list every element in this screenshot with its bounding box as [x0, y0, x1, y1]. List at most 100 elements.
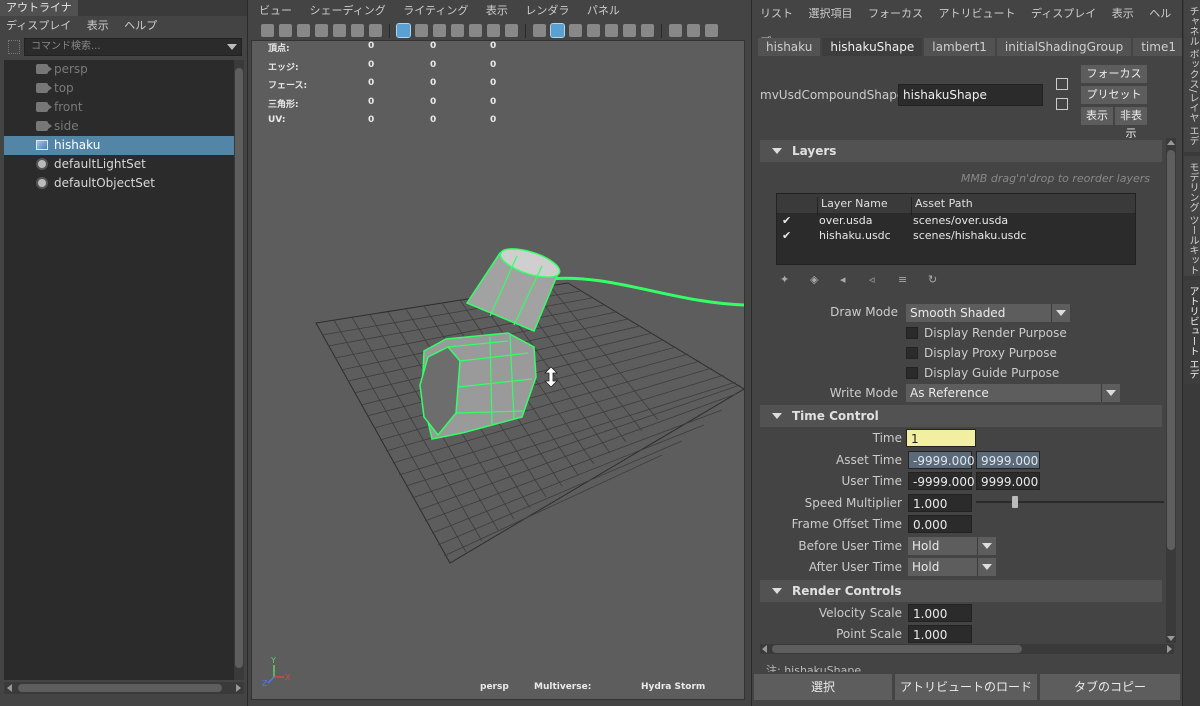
anti-aliasing-icon[interactable]	[687, 24, 700, 37]
tab-lambert1[interactable]: lambert1	[924, 38, 995, 56]
user-time-end-field[interactable]: 9999.000	[976, 472, 1040, 490]
column-layer-name[interactable]: Layer Name	[821, 197, 888, 210]
menu-lighting[interactable]: ライティング	[403, 4, 468, 17]
menu-shading[interactable]: シェーディング	[310, 4, 386, 17]
outliner-horizontal-scrollbar[interactable]	[4, 682, 244, 694]
lock-camera-icon[interactable]	[279, 24, 292, 37]
scrollbar-thumb[interactable]	[1167, 150, 1175, 550]
hide-button[interactable]: 非表示	[1115, 107, 1147, 140]
outliner-item-persp[interactable]: persp	[4, 60, 234, 79]
menu-panels[interactable]: パネル	[587, 4, 620, 17]
menu-display[interactable]: ディスプレイ	[1031, 7, 1096, 20]
safe-action-icon[interactable]	[487, 24, 500, 37]
layer-row[interactable]: ✔ hishaku.usdc scenes/hishaku.usdc	[777, 228, 1135, 243]
focus-button[interactable]: フォーカス	[1081, 65, 1147, 83]
speed-multiplier-field[interactable]: 1.000	[908, 494, 972, 512]
outliner-item-defaultobjectset[interactable]: defaultObjectSet	[4, 174, 234, 193]
tab-hishakushape[interactable]: hishakuShape	[822, 38, 923, 56]
write-mode-dropdown[interactable]: As Reference	[906, 384, 1120, 402]
section-render-controls[interactable]: Render Controls	[760, 580, 1162, 602]
tab-modeling-toolkit[interactable]: モデリング ツールキット	[1184, 156, 1200, 276]
gate-mask-icon[interactable]	[451, 24, 464, 37]
textured-icon[interactable]	[605, 24, 618, 37]
menu-show[interactable]: 表示	[1112, 7, 1134, 20]
image-plane-icon[interactable]	[333, 24, 346, 37]
add-layer-icon[interactable]: ✦	[780, 274, 792, 286]
scrollbar-thumb[interactable]	[18, 684, 222, 692]
default-material-icon[interactable]	[569, 24, 582, 37]
scroll-left-icon[interactable]	[7, 684, 12, 692]
section-time-control[interactable]: Time Control	[760, 405, 1162, 427]
outliner-item-hishaku[interactable]: hishaku	[4, 136, 234, 155]
menu-show[interactable]: 表示	[486, 4, 508, 17]
wireframe-on-shaded-icon[interactable]	[587, 24, 600, 37]
tab-initialshadinggroup[interactable]: initialShadingGroup	[996, 38, 1132, 56]
chevron-down-icon[interactable]	[227, 44, 237, 50]
tab-outliner[interactable]: アウトライナ	[0, 0, 78, 16]
lights-icon[interactable]	[623, 24, 636, 37]
menu-focus[interactable]: フォーカス	[868, 7, 923, 20]
scroll-right-icon[interactable]	[236, 684, 241, 692]
grease-pencil-icon[interactable]	[369, 24, 382, 37]
film-gate-icon[interactable]	[415, 24, 428, 37]
2d-pan-zoom-icon[interactable]	[351, 24, 364, 37]
safe-title-icon[interactable]	[505, 24, 518, 37]
menu-help[interactable]: ヘルプ	[124, 19, 157, 32]
velocity-scale-field[interactable]: 1.000	[908, 604, 972, 622]
ambient-occlusion-icon[interactable]	[669, 24, 682, 37]
menu-selected[interactable]: 選択項目	[809, 7, 853, 20]
shadows-icon[interactable]	[641, 24, 654, 37]
reorder-icon[interactable]: ≡	[898, 274, 910, 286]
layer-visible-check[interactable]: ✔	[782, 214, 791, 227]
filter-grip-icon[interactable]	[8, 40, 20, 54]
move-up-icon[interactable]: ◂	[840, 274, 852, 286]
after-user-time-dropdown[interactable]: Hold	[908, 558, 996, 576]
point-scale-field[interactable]: 1.000	[908, 625, 972, 643]
load-attributes-button[interactable]: アトリビュートのロード	[895, 674, 1037, 700]
field-chart-icon[interactable]	[469, 24, 482, 37]
viewport-canvas[interactable]: 頂点: 0 0 0 エッジ: 0 0 0 フェース: 0 0 0 三角形: 0 0 0 UV: 0 0 0	[251, 40, 745, 700]
select-camera-icon[interactable]	[261, 24, 274, 37]
scroll-left-icon[interactable]	[762, 645, 767, 653]
outliner-item-side[interactable]: side	[4, 117, 234, 136]
smooth-shade-icon[interactable]	[550, 23, 565, 38]
wireframe-icon[interactable]	[533, 24, 546, 37]
outliner-item-defaultlightset[interactable]: defaultLightSet	[4, 155, 234, 174]
column-asset-path[interactable]: Asset Path	[915, 197, 973, 210]
menu-show[interactable]: 表示	[87, 19, 109, 32]
presets-button[interactable]: プリセット	[1081, 86, 1147, 104]
menu-list[interactable]: リスト	[760, 7, 793, 20]
select-button[interactable]: 選択	[754, 674, 892, 700]
slider-knob[interactable]	[1012, 496, 1018, 508]
outliner-item-top[interactable]: top	[4, 79, 234, 98]
display-render-purpose-checkbox[interactable]	[906, 327, 918, 339]
outliner-item-front[interactable]: front	[4, 98, 234, 117]
tab-time1[interactable]: time1	[1133, 38, 1184, 56]
move-down-icon[interactable]: ◃	[869, 274, 881, 286]
menu-renderer[interactable]: レンダラ	[525, 4, 569, 17]
frame-offset-field[interactable]: 0.000	[908, 515, 972, 533]
scroll-down-icon[interactable]	[1167, 636, 1175, 641]
scroll-right-icon[interactable]	[1167, 645, 1172, 653]
scrollbar-thumb[interactable]	[772, 645, 1022, 653]
speed-multiplier-slider[interactable]	[976, 501, 1164, 503]
ae-vertical-scrollbar[interactable]	[1166, 138, 1176, 643]
time-field[interactable]: 1	[906, 429, 976, 447]
resolution-gate-icon[interactable]	[433, 24, 446, 37]
tab-channel-box-layer-editor[interactable]: チャネル ボックス/レイヤ エディタ	[1184, 0, 1200, 152]
layer-row[interactable]: ✔ over.usda scenes/over.usda	[777, 213, 1135, 228]
scrollbar-thumb[interactable]	[235, 68, 243, 668]
tab-hishaku[interactable]: hishaku	[758, 38, 821, 56]
asset-time-start-field[interactable]: -9999.000	[908, 451, 975, 469]
user-time-start-field[interactable]: -9999.000	[908, 472, 975, 490]
tab-attribute-editor[interactable]: アトリビュート エディタ	[1184, 280, 1200, 384]
grid-icon[interactable]	[396, 23, 411, 38]
show-button[interactable]: 表示	[1081, 107, 1113, 125]
edit-layer-icon[interactable]: ◈	[810, 274, 822, 286]
bookmark-icon[interactable]	[315, 24, 328, 37]
copy-tab-button[interactable]: タブのコピー	[1040, 674, 1180, 700]
reload-icon[interactable]: ↻	[928, 274, 940, 286]
scroll-up-icon[interactable]	[1167, 140, 1175, 145]
menu-view[interactable]: ビュー	[259, 4, 292, 17]
ae-horizontal-scrollbar[interactable]	[760, 644, 1174, 654]
